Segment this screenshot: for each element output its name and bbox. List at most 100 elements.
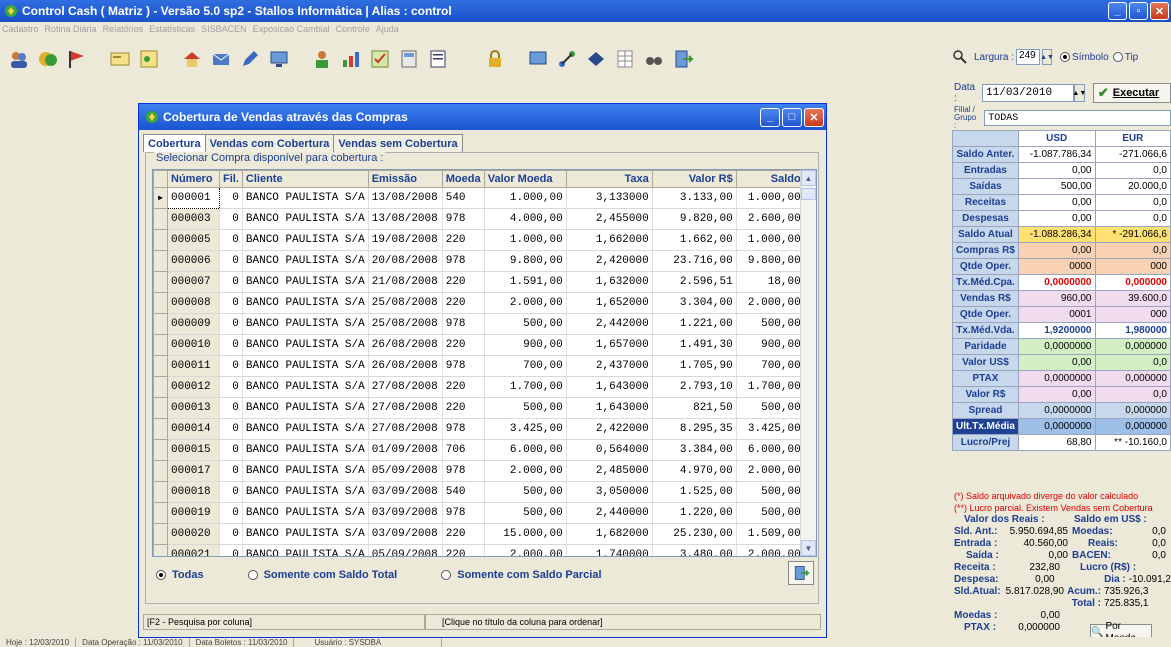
row-indicator[interactable] — [153, 481, 168, 503]
por-moeda-button[interactable]: 🔍Por Moeda — [1090, 621, 1152, 637]
child-title-bar[interactable]: Cobertura de Vendas através das Compras … — [139, 104, 826, 130]
table-row[interactable]: 000021 0 BANCO PAULISTA S/A 05/09/2008 220 2.… — [153, 544, 805, 556]
radio-saldo-parcial[interactable] — [441, 570, 452, 580]
row-indicator[interactable] — [153, 544, 168, 556]
largura-input[interactable]: 249 — [1016, 49, 1041, 65]
mail-icon[interactable] — [210, 48, 232, 70]
home-icon[interactable] — [181, 48, 203, 70]
monitor-icon[interactable] — [527, 48, 549, 70]
col-valor-rs[interactable]: Valor R$ — [651, 170, 737, 188]
table-icon[interactable] — [614, 48, 636, 70]
tipo-radio[interactable] — [1112, 52, 1123, 62]
menu-relatorios[interactable]: Relatórios — [103, 24, 144, 34]
row-pointer-icon[interactable]: ▶ — [153, 187, 168, 209]
close-button[interactable]: ✕ — [1150, 2, 1169, 20]
row-indicator[interactable] — [153, 334, 168, 356]
connect-icon[interactable] — [556, 48, 578, 70]
row-indicator[interactable] — [153, 460, 168, 482]
row-indicator[interactable] — [153, 271, 168, 293]
chart-icon[interactable] — [340, 48, 362, 70]
card-icon[interactable] — [109, 48, 131, 70]
col-moeda[interactable]: Moeda — [441, 170, 485, 188]
table-row[interactable]: 000006 0 BANCO PAULISTA S/A 20/08/2008 978 9.… — [153, 250, 805, 272]
table-row[interactable]: 000018 0 BANCO PAULISTA S/A 03/09/2008 540 50… — [153, 481, 805, 503]
table-row[interactable]: 000008 0 BANCO PAULISTA S/A 25/08/2008 220 2.… — [153, 292, 805, 314]
table-row[interactable]: 000007 0 BANCO PAULISTA S/A 21/08/2008 220 1.… — [153, 271, 805, 293]
scroll-up-icon[interactable]: ▲ — [801, 170, 816, 186]
col-cliente[interactable]: Cliente — [241, 170, 369, 188]
table-row[interactable]: 000014 0 BANCO PAULISTA S/A 27/08/2008 978 3.… — [153, 418, 805, 440]
menu-rotina-diaria[interactable]: Rotina Diária — [45, 24, 97, 34]
menu-exposicao-cambial[interactable]: Exposicao Cambial — [253, 24, 330, 34]
summary-header-usd[interactable]: USD — [1017, 130, 1096, 147]
col-emissao[interactable]: Emissão — [367, 170, 443, 188]
row-indicator[interactable] — [153, 376, 168, 398]
col-taxa[interactable]: Taxa — [565, 170, 653, 188]
users-icon[interactable] — [8, 48, 30, 70]
largura-spinner[interactable]: ▲▼ — [1040, 49, 1054, 65]
data-input[interactable]: 11/03/2010 — [982, 84, 1074, 102]
simbolo-radio[interactable] — [1060, 52, 1071, 62]
tab-vendas-sem-cobertura[interactable]: Vendas sem Cobertura — [333, 134, 463, 152]
minimize-button[interactable]: _ — [1108, 2, 1127, 20]
scroll-thumb[interactable] — [801, 188, 816, 200]
radio-saldo-total[interactable] — [247, 570, 258, 580]
table-row[interactable]: 000015 0 BANCO PAULISTA S/A 01/09/2008 706 6.… — [153, 439, 805, 461]
maximize-button[interactable]: ▫ — [1129, 2, 1148, 20]
row-indicator[interactable] — [153, 523, 168, 545]
row-indicator[interactable] — [153, 502, 168, 524]
report-icon[interactable] — [427, 48, 449, 70]
row-indicator[interactable] — [153, 418, 168, 440]
col-filial[interactable]: Fil. — [219, 170, 243, 188]
table-row[interactable]: 000010 0 BANCO PAULISTA S/A 26/08/2008 220 90… — [153, 334, 805, 356]
radio-todas-option[interactable]: Todas — [156, 569, 204, 581]
row-indicator[interactable] — [153, 292, 168, 314]
tab-cobertura[interactable]: Cobertura — [143, 134, 206, 152]
table-row[interactable]: 000011 0 BANCO PAULISTA S/A 26/08/2008 978 70… — [153, 355, 805, 377]
menu-controle[interactable]: Controle — [336, 24, 370, 34]
menu-estatisticas[interactable]: Estatísticas — [149, 24, 195, 34]
document-icon[interactable] — [138, 48, 160, 70]
screen-icon[interactable] — [268, 48, 290, 70]
table-row[interactable]: ▶ 000001 0 BANCO PAULISTA S/A 13/08/2008 540 1… — [153, 187, 805, 209]
child-maximize-button[interactable]: □ — [782, 107, 802, 127]
lock-icon[interactable] — [484, 48, 506, 70]
edit-icon[interactable] — [239, 48, 261, 70]
child-minimize-button[interactable]: _ — [760, 107, 780, 127]
row-indicator[interactable] — [153, 313, 168, 335]
col-valor-moeda[interactable]: Valor Moeda — [483, 170, 567, 188]
table-row[interactable]: 000020 0 BANCO PAULISTA S/A 03/09/2008 220 15… — [153, 523, 805, 545]
table-row[interactable]: 000019 0 BANCO PAULISTA S/A 03/09/2008 978 50… — [153, 502, 805, 524]
check-list-icon[interactable] — [369, 48, 391, 70]
table-row[interactable]: 000003 0 BANCO PAULISTA S/A 13/08/2008 978 4.… — [153, 208, 805, 230]
coins-icon[interactable] — [37, 48, 59, 70]
row-indicator[interactable] — [153, 250, 168, 272]
menu-ajuda[interactable]: Ajuda — [376, 24, 399, 34]
scroll-down-icon[interactable]: ▼ — [801, 540, 816, 556]
radio-saldo-parcial-option[interactable]: Somente com Saldo Parcial — [441, 569, 602, 581]
exit-icon[interactable] — [672, 48, 694, 70]
summary-header-eur[interactable]: EUR — [1094, 130, 1171, 147]
radio-todas[interactable] — [156, 570, 166, 580]
search-icon[interactable] — [952, 49, 968, 65]
child-close-button[interactable]: ✕ — [804, 107, 824, 127]
table-row[interactable]: 000009 0 BANCO PAULISTA S/A 25/08/2008 978 50… — [153, 313, 805, 335]
menu-cadastro[interactable]: Cadastro — [2, 24, 39, 34]
menu-sisbacen[interactable]: SISBACEN — [201, 24, 247, 34]
diamond-icon[interactable] — [585, 48, 607, 70]
row-indicator[interactable] — [153, 397, 168, 419]
col-numero[interactable]: Número — [167, 170, 220, 188]
compras-grid[interactable]: Número Fil. Cliente Emissão Moeda Valor … — [152, 169, 817, 557]
row-indicator[interactable] — [153, 229, 168, 251]
row-indicator[interactable] — [153, 208, 168, 230]
filial-select[interactable]: TODAS — [984, 110, 1171, 126]
executar-button[interactable]: ✔ Executar — [1092, 83, 1171, 103]
row-indicator[interactable] — [153, 439, 168, 461]
table-row[interactable]: 000013 0 BANCO PAULISTA S/A 27/08/2008 220 50… — [153, 397, 805, 419]
radio-saldo-total-option[interactable]: Somente com Saldo Total — [247, 569, 397, 581]
tab-vendas-com-cobertura[interactable]: Vendas com Cobertura — [204, 134, 335, 152]
person-money-icon[interactable] — [311, 48, 333, 70]
row-indicator[interactable] — [153, 355, 168, 377]
table-row[interactable]: 000017 0 BANCO PAULISTA S/A 05/09/2008 978 2.… — [153, 460, 805, 482]
grid-scrollbar[interactable]: ▲ ▼ — [800, 170, 816, 556]
